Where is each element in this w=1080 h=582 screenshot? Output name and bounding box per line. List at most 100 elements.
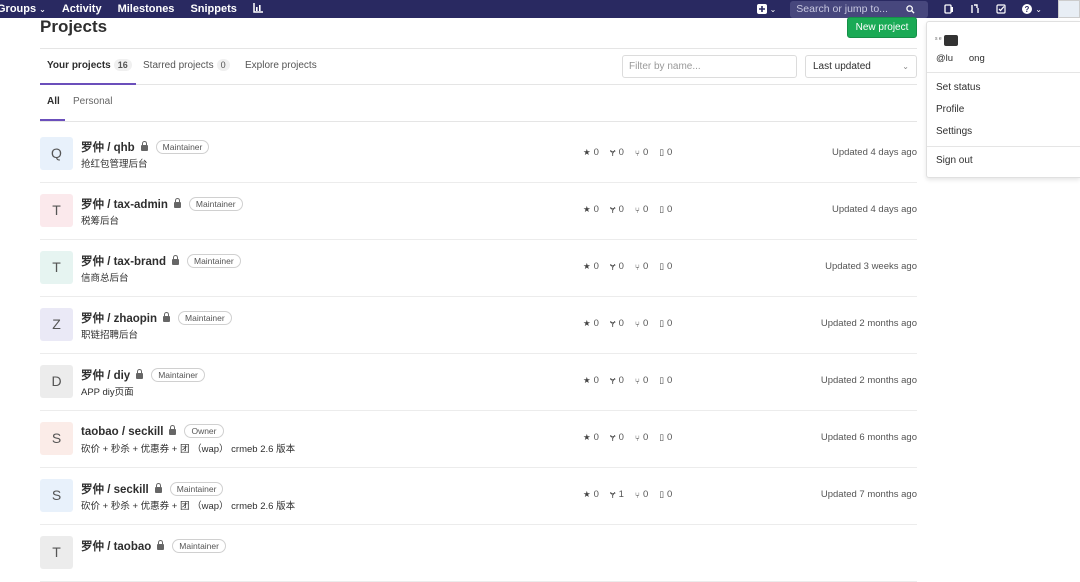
project-name[interactable]: 罗仲 / taobao Maintainer <box>81 538 226 554</box>
chart-icon[interactable] <box>253 2 264 16</box>
project-name[interactable]: 罗仲 / diy Maintainer <box>81 367 205 383</box>
project-name[interactable]: taobao / seckill Owner <box>81 424 224 438</box>
forks-stat[interactable]: Ɏ0 <box>610 318 624 329</box>
avatar-tag: s e <box>935 36 942 42</box>
forks-count: 0 <box>618 432 624 443</box>
issues-stat[interactable]: ▯ 0 <box>659 147 672 158</box>
plus-square-icon <box>756 4 767 14</box>
stars-stat[interactable]: ★ 0 <box>583 261 599 272</box>
project-row[interactable]: T 罗仲 / tax-brand Maintainer 信商总后台 ★ 0 Ɏ0 ⑂… <box>40 240 917 297</box>
global-search[interactable] <box>790 0 929 18</box>
merge-request-icon[interactable] <box>970 4 980 14</box>
issues-stat[interactable]: ▯ 0 <box>659 375 672 386</box>
menu-sign-out[interactable]: Sign out <box>936 155 973 166</box>
issues-stat[interactable]: ▯ 0 <box>659 261 672 272</box>
merge-requests-stat[interactable]: ⑂ 0 <box>635 318 648 329</box>
project-avatar[interactable]: T <box>40 536 73 569</box>
merge-requests-stat[interactable]: ⑂ 0 <box>635 261 648 272</box>
forks-stat[interactable]: Ɏ1 <box>610 489 624 500</box>
merge-requests-stat[interactable]: ⑂ 0 <box>635 204 648 215</box>
project-row[interactable]: T 罗仲 / tax-admin Maintainer 税筹后台 ★ 0 Ɏ0 ⑂ 0… <box>40 183 917 240</box>
sort-dropdown[interactable]: Last updated ⌄ <box>805 55 917 78</box>
help-dropdown[interactable]: ? ⌄ <box>1022 4 1042 14</box>
issues-stat[interactable]: ▯ 0 <box>659 489 672 500</box>
project-name[interactable]: 罗仲 / qhb Maintainer <box>81 139 210 155</box>
role-badge: Maintainer <box>155 140 210 154</box>
role-badge: Maintainer <box>172 539 226 553</box>
project-name-label: 罗仲 / tax-admin <box>81 199 168 211</box>
nav-milestones[interactable]: Milestones <box>118 3 175 15</box>
project-avatar[interactable]: Z <box>40 308 73 341</box>
star-icon: ★ <box>583 147 591 157</box>
issues-count: 0 <box>666 318 673 329</box>
project-row[interactable]: S 罗仲 / seckill Maintainer 砍价 + 秒杀 + 优惠券 +… <box>40 468 917 525</box>
forks-stat[interactable]: Ɏ0 <box>610 204 624 215</box>
tab-your-projects-label: Your projects <box>47 60 111 71</box>
user-avatar[interactable] <box>1058 0 1080 18</box>
updated-time: Updated 4 days ago <box>831 147 917 158</box>
project-name[interactable]: 罗仲 / tax-admin Maintainer <box>81 196 243 212</box>
project-stats: ★ 0 Ɏ1 ⑂ 0 ▯ 0 <box>583 489 683 500</box>
stars-count: 0 <box>593 261 599 272</box>
menu-profile[interactable]: Profile <box>936 104 964 115</box>
project-row[interactable]: Q 罗仲 / qhb Maintainer 抢红包管理后台 ★ 0 Ɏ0 ⑂ 0 ▯ 0… <box>40 126 917 183</box>
project-stats: ★ 0 Ɏ0 ⑂ 0 ▯ 0 <box>583 147 683 158</box>
merge-requests-stat[interactable]: ⑂ 0 <box>635 375 648 386</box>
project-row[interactable]: S taobao / seckill Owner 砍价 + 秒杀 + 优惠券 + … <box>40 411 917 468</box>
issues-stat[interactable]: ▯ 0 <box>659 204 672 215</box>
project-stats: ★ 0 Ɏ0 ⑂ 0 ▯ 0 <box>583 261 683 272</box>
todos-icon[interactable] <box>944 4 954 14</box>
mrs-count: 0 <box>643 147 649 158</box>
nav-groups-label: Groups <box>0 3 37 15</box>
stars-stat[interactable]: ★ 0 <box>583 318 599 329</box>
todo-check-icon[interactable] <box>996 4 1006 14</box>
issues-stat[interactable]: ▯ 0 <box>659 318 672 329</box>
project-name-label: 罗仲 / tax-brand <box>81 256 166 268</box>
merge-requests-stat[interactable]: ⑂ 0 <box>635 432 648 443</box>
new-project-button[interactable]: New project <box>847 17 917 38</box>
forks-stat[interactable]: Ɏ0 <box>610 147 624 158</box>
project-name[interactable]: 罗仲 / tax-brand Maintainer <box>81 253 241 269</box>
project-avatar[interactable]: S <box>40 422 73 455</box>
subtab-all[interactable]: All <box>40 85 65 121</box>
role-badge: Maintainer <box>169 482 224 496</box>
filter-input[interactable] <box>622 55 797 78</box>
navbar-links: Groups ⌄ Activity Milestones Snippets <box>0 2 280 16</box>
star-icon: ★ <box>583 432 591 442</box>
menu-settings[interactable]: Settings <box>936 126 972 137</box>
merge-requests-stat[interactable]: ⑂ 0 <box>635 147 648 158</box>
forks-stat[interactable]: Ɏ0 <box>610 375 624 386</box>
issues-stat[interactable]: ▯ 0 <box>659 432 672 443</box>
forks-stat[interactable]: Ɏ0 <box>610 432 624 443</box>
project-avatar[interactable]: T <box>40 194 73 227</box>
stars-stat[interactable]: ★ 0 <box>583 204 599 215</box>
stars-count: 0 <box>593 204 599 215</box>
search-input[interactable] <box>796 3 907 15</box>
nav-activity[interactable]: Activity <box>62 3 102 15</box>
project-row[interactable]: D 罗仲 / diy Maintainer APP diy页面 ★ 0 Ɏ0 ⑂ 0 … <box>40 354 917 411</box>
stars-stat[interactable]: ★ 0 <box>583 489 599 500</box>
project-name[interactable]: 罗仲 / zhaopin Maintainer <box>81 310 232 326</box>
project-row[interactable]: T 罗仲 / taobao Maintainer <box>40 525 917 582</box>
subtab-personal[interactable]: Personal <box>73 85 112 121</box>
nav-snippets[interactable]: Snippets <box>190 3 236 15</box>
stars-stat[interactable]: ★ 0 <box>583 147 599 158</box>
nav-groups[interactable]: Groups ⌄ <box>0 3 46 15</box>
project-avatar[interactable]: T <box>40 251 73 284</box>
project-name[interactable]: 罗仲 / seckill Maintainer <box>81 481 224 497</box>
stars-stat[interactable]: ★ 0 <box>583 375 599 386</box>
merge-requests-stat[interactable]: ⑂ 0 <box>635 489 648 500</box>
project-avatar[interactable]: S <box>40 479 73 512</box>
star-icon: ★ <box>583 204 591 214</box>
menu-set-status[interactable]: Set status <box>936 82 980 93</box>
tab-starred-projects[interactable]: Starred projects 0 <box>143 49 230 85</box>
merge-request-icon: ⑂ <box>634 204 640 215</box>
plus-dropdown[interactable]: ⌄ <box>756 4 776 14</box>
project-avatar[interactable]: Q <box>40 137 73 170</box>
tab-explore-projects[interactable]: Explore projects <box>245 49 317 85</box>
project-avatar[interactable]: D <box>40 365 73 398</box>
project-row[interactable]: Z 罗仲 / zhaopin Maintainer 职链招聘后台 ★ 0 Ɏ0 ⑂ 0… <box>40 297 917 354</box>
stars-stat[interactable]: ★ 0 <box>583 432 599 443</box>
forks-stat[interactable]: Ɏ0 <box>610 261 624 272</box>
tab-your-projects[interactable]: Your projects 16 <box>40 49 136 85</box>
